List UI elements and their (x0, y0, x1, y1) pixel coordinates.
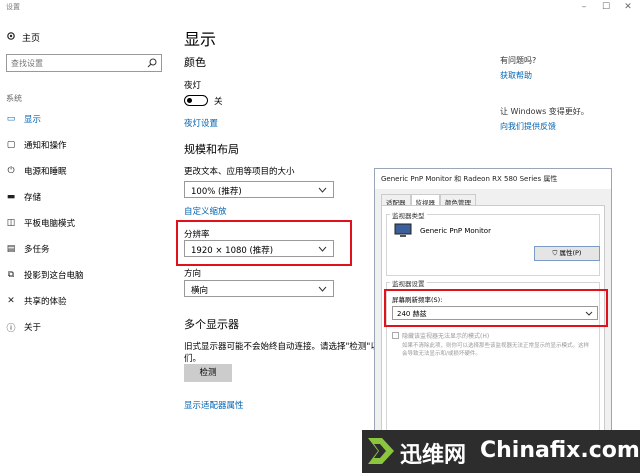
watermark-en: Chinafix.com (480, 438, 640, 463)
sidebar-item-label: 平板电脑模式 (24, 219, 76, 229)
adapter-properties-link[interactable]: 显示适配器属性 (184, 399, 244, 411)
detect-button[interactable]: 检测 (184, 364, 232, 382)
toggle-knob (187, 97, 192, 103)
improve-heading: 让 Windows 变得更好。 (500, 107, 589, 116)
sidebar-item-multitask[interactable]: ▤ 多任务 (6, 242, 50, 256)
sidebar-item-label: 电源和睡眠 (24, 167, 67, 177)
multitask-icon: ▤ (6, 244, 16, 254)
close-button[interactable]: ✕ (622, 2, 634, 12)
watermark-cn: 迅维网 (400, 443, 467, 468)
scale-heading: 规模和布局 (184, 143, 239, 156)
color-heading: 颜色 (184, 56, 206, 69)
sidebar-item-notifications[interactable]: ▢ 通知和操作 (6, 138, 67, 152)
info-icon: ⓘ (6, 323, 16, 334)
search-icon[interactable] (147, 58, 157, 71)
chevron-down-icon (318, 285, 327, 295)
feedback-link[interactable]: 向我们提供反馈 (500, 121, 556, 132)
sidebar-item-power[interactable]: ⏻ 电源和睡眠 (6, 164, 67, 178)
minimize-button[interactable]: – (578, 2, 590, 12)
section-label-system: 系统 (6, 94, 22, 103)
sidebar-item-shared[interactable]: ✕ 共享的体验 (6, 294, 67, 308)
dialog-title: Generic PnP Monitor 和 Radeon RX 580 Seri… (375, 169, 611, 189)
share-icon: ✕ (7, 296, 15, 306)
resolution-label: 分辨率 (184, 230, 210, 240)
title-bar: 设置 – ☐ ✕ (0, 0, 640, 14)
monitor-settings-title: 监视器设置 (390, 278, 427, 288)
scale-value: 100% (推荐) (191, 187, 242, 197)
tablet-icon: ◫ (6, 218, 16, 228)
shield-icon: ⛉ (552, 249, 558, 257)
gear-icon (6, 31, 16, 44)
chinafix-logo-icon (366, 436, 396, 466)
notification-icon: ▢ (6, 140, 16, 150)
chevron-down-icon (318, 186, 327, 196)
night-light-label: 夜灯 (184, 81, 202, 91)
chevron-down-icon (318, 245, 327, 255)
sidebar-item-storage[interactable]: ▬ 存储 (6, 190, 41, 204)
custom-scale-link[interactable]: 自定义缩放 (184, 205, 227, 217)
multi-display-desc-2: 们。 (184, 354, 202, 364)
hide-modes-checkbox[interactable] (392, 332, 399, 339)
multi-display-desc: 旧式显示器可能不会始终自动连接。请选择"检测"以便 (184, 342, 374, 352)
multi-display-heading: 多个显示器 (184, 318, 239, 331)
refresh-rate-highlight (384, 289, 608, 327)
window-title: 设置 (6, 3, 20, 11)
sidebar-item-label: 关于 (24, 323, 42, 333)
maximize-button[interactable]: ☐ (600, 2, 612, 12)
sidebar-item-display[interactable]: ▭ 显示 (6, 112, 41, 126)
sidebar-item-project[interactable]: ⧉ 投影到这台电脑 (6, 268, 84, 282)
get-help-link[interactable]: 获取帮助 (500, 70, 532, 81)
orientation-dropdown[interactable]: 横向 (184, 280, 334, 297)
home-nav[interactable]: 主页 (6, 31, 40, 44)
page-title: 显示 (184, 30, 217, 49)
sidebar-item-about[interactable]: ⓘ 关于 (6, 320, 41, 334)
scale-dropdown[interactable]: 100% (推荐) (184, 181, 334, 198)
monitor-name: Generic PnP Monitor (420, 227, 491, 235)
sidebar-item-label: 多任务 (24, 245, 50, 255)
hide-modes-label: 隐藏该监视器无法显示的模式(H) (402, 333, 490, 340)
sidebar-item-label: 显示 (24, 115, 42, 125)
hide-modes-desc: 如果不清除此项，则你可以选择那些该监视器无法正常显示的显示模式。这样会导致无法显… (402, 343, 590, 357)
project-icon: ⧉ (7, 270, 15, 280)
storage-icon: ▬ (6, 192, 16, 202)
sidebar-item-tablet[interactable]: ◫ 平板电脑模式 (6, 216, 75, 230)
resolution-dropdown[interactable]: 1920 × 1080 (推荐) (184, 240, 334, 257)
orientation-value: 横向 (191, 286, 209, 296)
orientation-label: 方向 (184, 269, 202, 279)
sidebar-item-label: 投影到这台电脑 (24, 271, 84, 281)
sidebar-item-label: 共享的体验 (24, 297, 67, 307)
power-icon: ⏻ (7, 166, 15, 176)
search-input[interactable] (11, 57, 141, 69)
monitor-icon: ▭ (6, 114, 16, 124)
question-heading: 有问题吗? (500, 56, 537, 65)
properties-button-label: 属性(P) (559, 249, 582, 257)
search-box[interactable] (6, 54, 162, 72)
scale-label: 更改文本、应用等项目的大小 (184, 167, 295, 177)
home-label: 主页 (22, 34, 41, 44)
resolution-value: 1920 × 1080 (推荐) (191, 246, 274, 256)
watermark-banner: 迅维网 Chinafix.com (362, 430, 640, 473)
monitor-tab-pane: 监视器类型 Generic PnP Monitor ⛉ 属性(P) 监视器设置 … (381, 205, 605, 467)
sidebar-item-label: 存储 (24, 193, 42, 203)
properties-button[interactable]: ⛉ 属性(P) (534, 246, 600, 261)
monitor-icon (394, 223, 412, 242)
night-light-state: 关 (214, 97, 223, 107)
sidebar-item-label: 通知和操作 (24, 141, 67, 151)
night-light-settings-link[interactable]: 夜灯设置 (184, 117, 218, 129)
night-light-toggle[interactable] (184, 95, 208, 106)
monitor-type-title: 监视器类型 (390, 210, 427, 220)
monitor-type-group (386, 214, 600, 276)
